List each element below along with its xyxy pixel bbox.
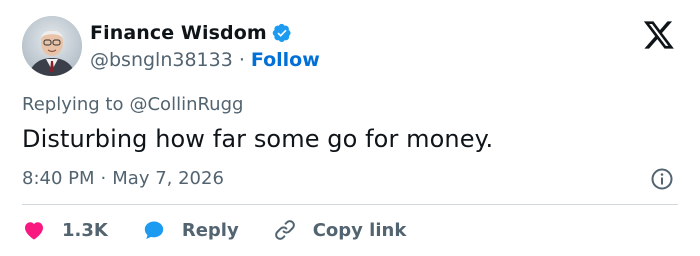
link-icon xyxy=(274,220,295,240)
tweet-text: Disturbing how far some go for money. xyxy=(22,125,494,153)
copy-link-button[interactable]: Copy link xyxy=(273,218,407,242)
timestamp-separator: · xyxy=(100,167,107,189)
verified-badge-icon xyxy=(272,23,292,43)
avatar-image xyxy=(22,16,82,76)
tweet-time: 8:40 PM xyxy=(22,167,95,189)
reply-button[interactable]: Reply xyxy=(142,218,239,242)
author-handle[interactable]: @bsngln38133 xyxy=(90,49,233,71)
info-icon[interactable] xyxy=(650,167,674,191)
reply-label: Reply xyxy=(181,219,239,241)
reply-context-prefix: Replying to xyxy=(22,93,124,115)
reply-context: Replying to @CollinRugg xyxy=(22,92,243,116)
follow-button[interactable]: Follow xyxy=(251,49,320,71)
author-handle-row: @bsngln38133 · Follow xyxy=(90,48,320,72)
copy-link-label: Copy link xyxy=(312,219,407,241)
avatar[interactable] xyxy=(22,16,82,76)
x-logo-icon[interactable] xyxy=(642,20,676,50)
heart-icon xyxy=(25,222,43,240)
reply-bubble-icon xyxy=(144,221,164,239)
action-bar: 1.3K Reply Copy link xyxy=(22,216,440,244)
handle-separator: · xyxy=(238,49,245,71)
tweet-date: May 7, 2026 xyxy=(112,167,224,189)
tweet-timestamp[interactable]: 8:40 PM · May 7, 2026 xyxy=(22,166,224,190)
like-count: 1.3K xyxy=(62,219,108,241)
author-name-row: Finance Wisdom xyxy=(90,21,292,45)
like-button[interactable]: 1.3K xyxy=(22,218,108,242)
divider xyxy=(22,204,678,205)
tweet-embed-card: Finance Wisdom @bsngln38133 · Follow Rep… xyxy=(0,0,700,256)
author-display-name[interactable]: Finance Wisdom xyxy=(90,22,267,44)
reply-context-mention[interactable]: @CollinRugg xyxy=(129,94,243,115)
